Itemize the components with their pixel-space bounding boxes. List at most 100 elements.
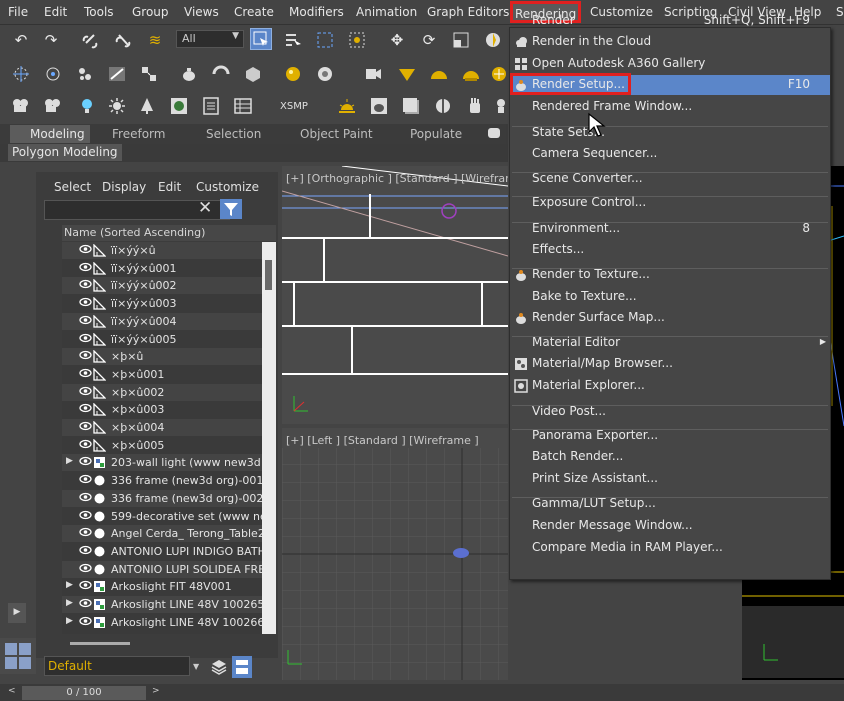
expand-arrow-icon[interactable]: ▶ xyxy=(66,598,73,608)
filter-icon[interactable] xyxy=(220,199,242,219)
list-item[interactable]: ×þ×û002 xyxy=(62,383,262,401)
redo-icon[interactable]: ↷ xyxy=(40,29,62,51)
list-item[interactable]: 599-decorative set (www new3d org) xyxy=(62,508,262,525)
expand-arrow-icon[interactable]: ▶ xyxy=(66,580,73,590)
menu-item-render-surface-map[interactable]: Render Surface Map... xyxy=(510,308,830,328)
tab-modeling[interactable]: Modeling xyxy=(10,125,90,143)
menu-item-panorama-exporter[interactable]: Panorama Exporter... xyxy=(510,426,830,446)
menu-item-camera-sequencer[interactable]: Camera Sequencer... xyxy=(510,144,830,164)
list-item[interactable]: ▶ Arkoslight LINE 48V 100266 xyxy=(62,614,262,631)
scale-icon[interactable] xyxy=(450,29,472,51)
camera-target-icon[interactable] xyxy=(42,95,64,117)
expand-arrow-icon[interactable]: ▶ xyxy=(66,456,73,466)
menu-overflow[interactable]: S xyxy=(836,5,844,19)
layer-dropdown[interactable]: Default xyxy=(44,656,190,676)
eye-icon[interactable] xyxy=(79,261,92,276)
menu-item-render[interactable]: Render Shift+Q, Shift+F9 xyxy=(510,11,830,31)
selection-filter-dropdown[interactable]: All ▼ xyxy=(176,30,244,48)
rotate-view-icon[interactable] xyxy=(432,95,454,117)
menu-group[interactable]: Group xyxy=(132,5,169,19)
menu-create[interactable]: Create xyxy=(234,5,274,19)
eye-icon[interactable] xyxy=(79,420,92,435)
snap-toggle-icon[interactable] xyxy=(42,63,64,85)
list-item[interactable]: 336 frame (new3d org)-001 xyxy=(62,472,262,489)
list-item[interactable]: ×þ×û005 xyxy=(62,437,262,454)
layers-icon[interactable] xyxy=(210,658,228,676)
render-setup-toolbar-icon[interactable] xyxy=(314,63,336,85)
list-item[interactable]: ANTONIO LUPI SOLIDEA FREESTANDING xyxy=(62,560,262,578)
viewport-top-label[interactable]: [+] [Orthographic ] [Standard ] [Wirefra… xyxy=(286,172,508,185)
viewport-left[interactable]: [+] [Left ] [Standard ] [Wireframe ] xyxy=(282,428,508,680)
eye-icon[interactable] xyxy=(79,597,92,612)
eye-icon[interactable] xyxy=(79,278,92,293)
list-item[interactable]: ïï×ýý×û002 xyxy=(62,277,262,295)
eye-icon[interactable] xyxy=(79,367,92,382)
render-teapot-icon[interactable] xyxy=(368,95,390,117)
menu-item-exposure-control[interactable]: Exposure Control... xyxy=(510,193,830,213)
menu-item-scene-converter[interactable]: Scene Converter... xyxy=(510,169,830,189)
horizontal-scroll-thumb[interactable] xyxy=(70,642,130,645)
list-item[interactable]: Angel Cerda_ Terong_Table2 xyxy=(62,525,262,543)
clear-search-icon[interactable]: ✕ xyxy=(198,198,212,218)
eye-icon[interactable] xyxy=(79,349,92,364)
align-icon[interactable] xyxy=(138,63,160,85)
menu-modifiers[interactable]: Modifiers xyxy=(289,5,344,19)
list-item[interactable]: ïï×ýý×û xyxy=(62,242,262,259)
eye-icon[interactable] xyxy=(79,544,92,559)
named-selection-icon[interactable] xyxy=(74,63,96,85)
menu-item-gamma-lut-setup[interactable]: Gamma/LUT Setup... xyxy=(510,494,830,514)
tab-populate[interactable]: Populate xyxy=(410,127,462,141)
list-item[interactable]: ïï×ýý×û005 xyxy=(62,331,262,348)
eye-icon[interactable] xyxy=(79,491,92,506)
eye-icon[interactable] xyxy=(79,509,92,524)
menu-item-render-message-window[interactable]: Render Message Window... xyxy=(510,516,830,536)
menu-views[interactable]: Views xyxy=(184,5,219,19)
eye-icon[interactable] xyxy=(79,314,92,329)
list-item[interactable]: ▶ Arkoslight LINE 48V 100265 xyxy=(62,596,262,613)
menu-item-material-map-browser[interactable]: Material/Map Browser... xyxy=(510,354,830,374)
material-editor-icon[interactable] xyxy=(282,63,304,85)
link-icon[interactable] xyxy=(80,29,102,51)
table-grid-icon[interactable] xyxy=(232,95,254,117)
expand-arrow-icon[interactable]: ▶ xyxy=(66,616,73,626)
render-frame-window-icon[interactable] xyxy=(168,95,190,117)
list-item[interactable]: ANTONIO LUPI INDIGO BATH MD xyxy=(62,543,262,560)
viewport-layout-icon[interactable] xyxy=(0,638,36,674)
eye-icon[interactable] xyxy=(79,455,92,470)
select-by-name-icon[interactable] xyxy=(282,29,304,51)
curve-editor-icon[interactable] xyxy=(210,63,232,85)
tab-selection[interactable]: Selection xyxy=(206,127,261,141)
ribbon-options-icon[interactable] xyxy=(488,128,500,138)
menu-item-render-setup[interactable]: Render Setup... F10 xyxy=(510,73,830,95)
schematic-view-icon[interactable] xyxy=(242,63,264,85)
menu-item-state-sets[interactable]: State Sets... xyxy=(510,123,830,143)
eye-icon[interactable] xyxy=(79,562,92,577)
select-object-icon[interactable] xyxy=(250,28,272,50)
viewport-orthographic[interactable]: [+] [Orthographic ] [Standard ] [Wirefra… xyxy=(282,166,508,424)
explorer-menu-customize[interactable]: Customize xyxy=(196,180,259,194)
placement-icon[interactable] xyxy=(482,29,504,51)
menu-item-print-size-assistant[interactable]: Print Size Assistant... xyxy=(510,469,830,489)
tab-freeform[interactable]: Freeform xyxy=(112,127,165,141)
teapot-icon[interactable] xyxy=(178,63,200,85)
list-item[interactable]: ïï×ýý×û003 xyxy=(62,295,262,312)
render-cloud-icon[interactable] xyxy=(488,63,510,85)
expand-panel-button[interactable]: ▶ xyxy=(8,603,26,623)
eye-icon[interactable] xyxy=(79,526,92,541)
render-view-icon[interactable] xyxy=(400,95,422,117)
menu-animation[interactable]: Animation xyxy=(356,5,417,19)
eye-icon[interactable] xyxy=(79,473,92,488)
rectangular-selection-icon[interactable] xyxy=(314,29,336,51)
layer-manager-icon[interactable] xyxy=(232,656,252,678)
explorer-menu-display[interactable]: Display xyxy=(102,180,146,194)
document-list-icon[interactable] xyxy=(200,95,222,117)
list-item[interactable]: ×þ×û xyxy=(62,348,262,366)
rotate-icon[interactable]: ⟳ xyxy=(418,29,440,51)
eye-icon[interactable] xyxy=(79,579,92,594)
eye-icon[interactable] xyxy=(79,402,92,417)
light-bulb-icon[interactable] xyxy=(76,95,98,117)
list-item[interactable]: ×þ×û001 xyxy=(62,366,262,383)
activeshade-icon[interactable] xyxy=(460,63,482,85)
explorer-scrollbar-thumb[interactable] xyxy=(265,260,272,290)
eye-icon[interactable] xyxy=(79,615,92,630)
